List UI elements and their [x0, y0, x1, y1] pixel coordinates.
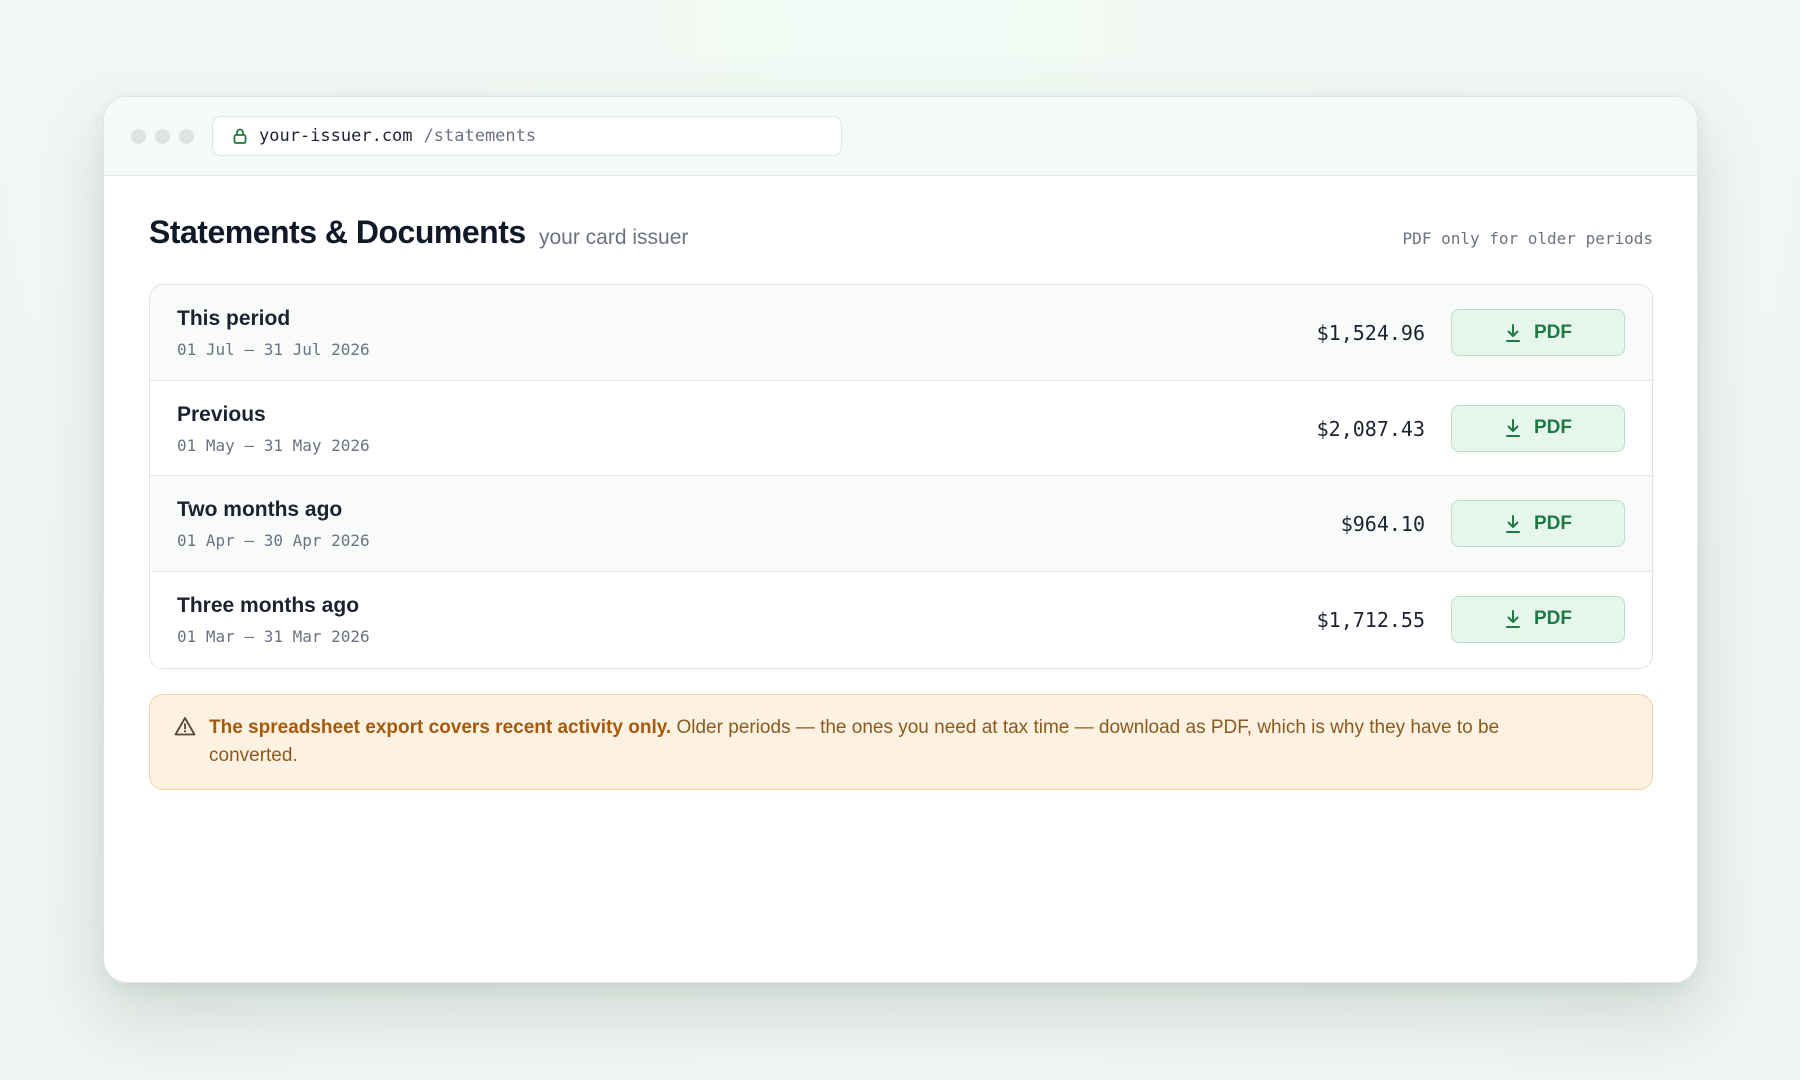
- statement-dates: 01 May – 31 May 2026: [177, 435, 370, 455]
- warning-icon: [174, 717, 196, 736]
- window-minimize-dot[interactable]: [155, 129, 170, 144]
- browser-titlebar: your-issuer.com /statements: [104, 97, 1697, 176]
- header-note: PDF only for older periods: [1402, 229, 1653, 248]
- download-icon: [1506, 419, 1520, 438]
- download-pdf-button[interactable]: PDF: [1451, 500, 1625, 548]
- statement-row: This period 01 Jul – 31 Jul 2026 $1,524.…: [150, 285, 1652, 381]
- statement-dates: 01 Jul – 31 Jul 2026: [177, 340, 370, 359]
- statement-amount: $2,087.43: [1316, 416, 1425, 441]
- pdf-button-label: PDF: [1534, 512, 1572, 534]
- warning-strong-text: The spreadsheet export covers recent act…: [209, 717, 672, 738]
- statement-row: Two months ago 01 Apr – 30 Apr 2026 $964…: [150, 476, 1652, 572]
- download-icon: [1506, 323, 1520, 342]
- window-maximize-dot[interactable]: [179, 129, 194, 144]
- export-warning-banner: The spreadsheet export covers recent act…: [149, 694, 1653, 790]
- statements-list: This period 01 Jul – 31 Jul 2026 $1,524.…: [149, 284, 1653, 669]
- pdf-button-label: PDF: [1534, 417, 1572, 439]
- main-content: Statements & Documents your card issuer …: [149, 176, 1653, 790]
- download-icon: [1506, 610, 1520, 629]
- statement-dates: 01 Mar – 31 Mar 2026: [177, 626, 370, 646]
- statement-label: Two months ago: [177, 498, 343, 522]
- pdf-button-label: PDF: [1534, 608, 1572, 630]
- window-close-dot[interactable]: [131, 129, 146, 144]
- url-path: /statements: [423, 126, 537, 146]
- address-bar[interactable]: your-issuer.com /statements: [212, 116, 842, 156]
- page-header: Statements & Documents your card issuer …: [149, 176, 1653, 284]
- download-icon: [1506, 514, 1520, 533]
- statement-label: Previous: [177, 402, 266, 426]
- download-pdf-button[interactable]: PDF: [1451, 309, 1625, 356]
- browser-window: your-issuer.com /statements Statements &…: [103, 96, 1698, 983]
- statement-amount: $1,524.96: [1316, 321, 1425, 345]
- statement-label: Three months ago: [177, 593, 360, 617]
- url-host: your-issuer.com: [259, 126, 413, 146]
- statement-row: Previous 01 May – 31 May 2026 $2,087.43 …: [150, 381, 1652, 477]
- statement-dates: 01 Apr – 30 Apr 2026: [177, 531, 370, 551]
- statement-row: Three months ago 01 Mar – 31 Mar 2026 $1…: [150, 572, 1652, 668]
- download-pdf-button[interactable]: PDF: [1451, 595, 1625, 643]
- page-title: Statements & Documents: [149, 214, 526, 250]
- statement-amount: $964.10: [1340, 512, 1425, 537]
- lock-icon: [233, 128, 247, 144]
- statement-label: This period: [177, 307, 291, 330]
- download-pdf-button[interactable]: PDF: [1451, 404, 1625, 452]
- pdf-button-label: PDF: [1534, 321, 1572, 343]
- statement-amount: $1,712.55: [1316, 607, 1425, 632]
- page-subtitle: your card issuer: [539, 226, 689, 249]
